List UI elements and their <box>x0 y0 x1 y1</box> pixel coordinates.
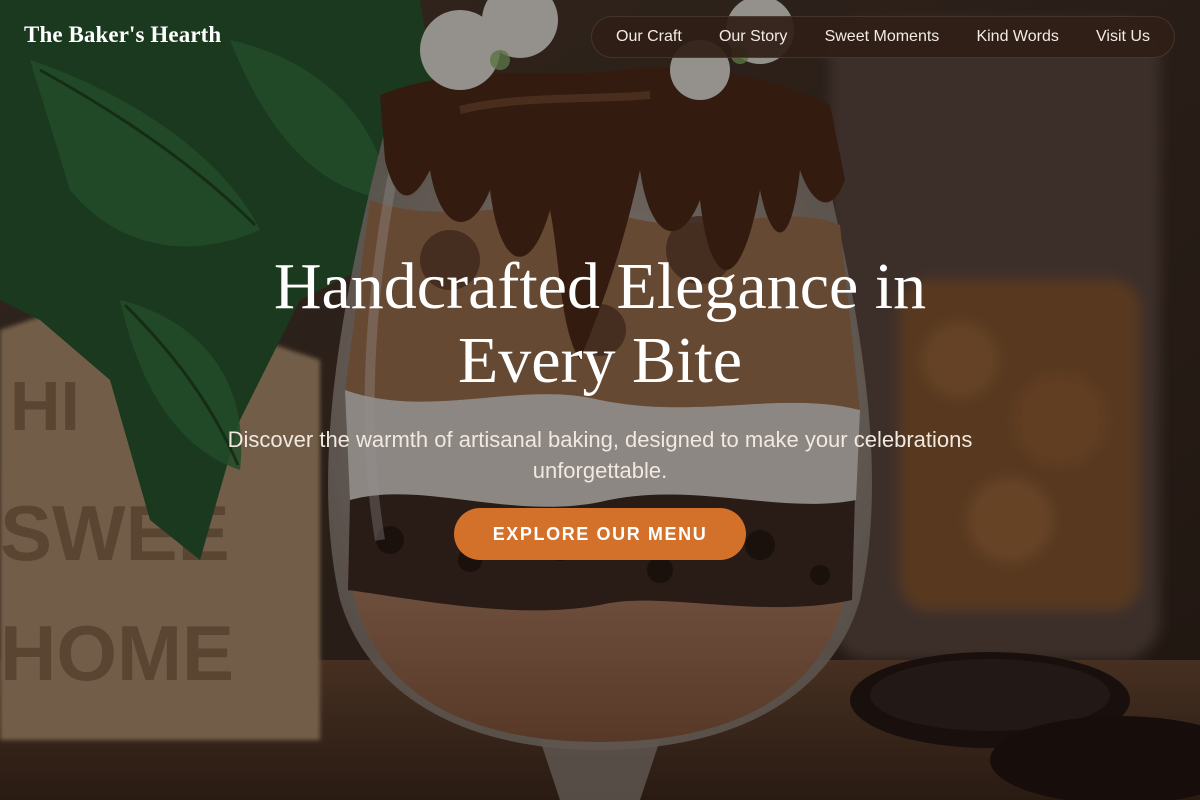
hero-title: Handcrafted Elegance in Every Bite <box>273 250 927 397</box>
nav-item-our-craft[interactable]: Our Craft <box>616 28 682 46</box>
nav-item-visit-us[interactable]: Visit Us <box>1096 28 1150 46</box>
nav-item-sweet-moments[interactable]: Sweet Moments <box>825 28 940 46</box>
hero-section: Handcrafted Elegance in Every Bite Disco… <box>0 250 1200 560</box>
brand-logo[interactable]: The Baker's Hearth <box>24 22 221 48</box>
hero-subtitle: Discover the warmth of artisanal baking,… <box>227 427 973 483</box>
nav-item-our-story[interactable]: Our Story <box>719 28 787 46</box>
main-nav: Our Craft Our Story Sweet Moments Kind W… <box>591 16 1175 58</box>
nav-item-kind-words[interactable]: Kind Words <box>976 28 1058 46</box>
explore-menu-button[interactable]: EXPLORE OUR MENU <box>454 508 746 560</box>
